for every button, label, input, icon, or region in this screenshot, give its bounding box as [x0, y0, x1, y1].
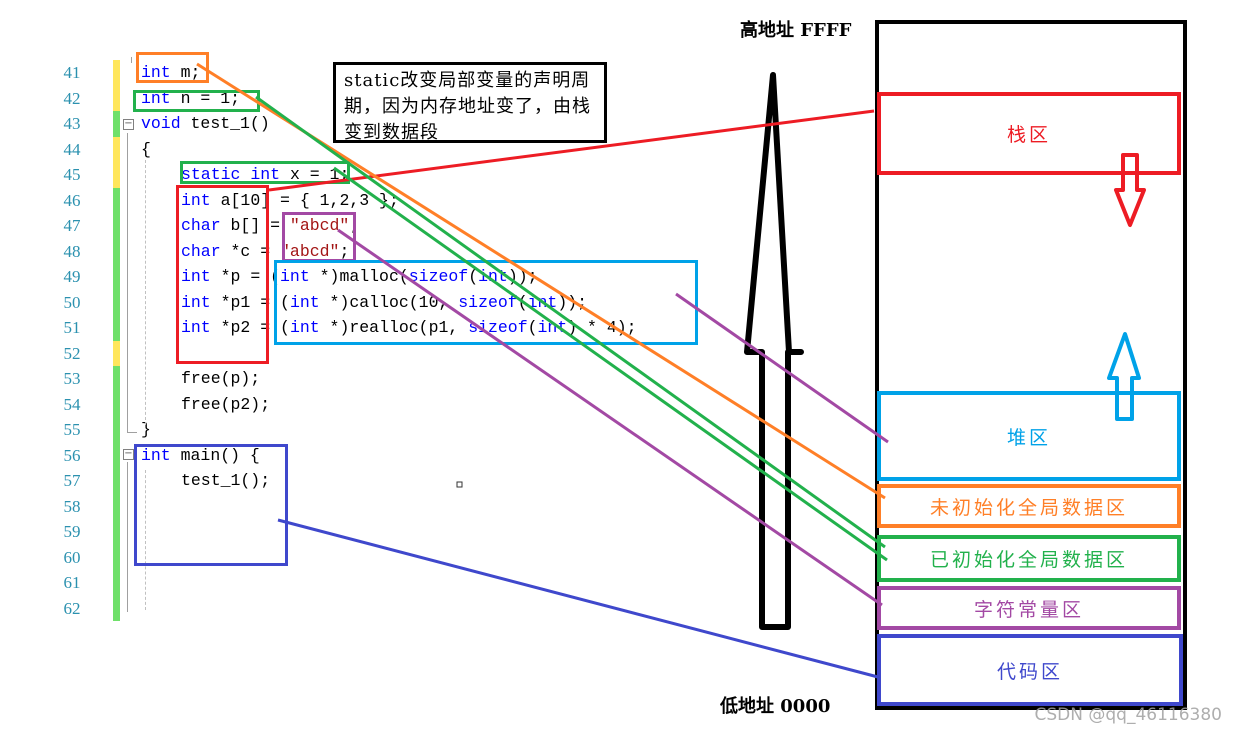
code-token: free(p2); — [181, 394, 271, 414]
segment-stack-label: 栈区 — [1006, 124, 1051, 146]
collapse-main-button[interactable]: − — [123, 449, 134, 460]
line-number: 48 — [63, 241, 81, 261]
line-number: 62 — [63, 598, 81, 618]
segment-bss-label: 未初始化全局数据区 — [929, 496, 1128, 519]
fold-guide-test1 — [127, 133, 128, 433]
line-number: 46 — [63, 190, 81, 210]
segment-rodata: 字符常量区 — [877, 586, 1181, 630]
change-indicator-yellow — [113, 60, 120, 86]
connector-data-static — [333, 166, 888, 562]
static-note: static改变局部变量的声明周期，因为内存地址变了，由栈变到数据段 — [333, 62, 607, 143]
highlight-init-global — [133, 90, 260, 112]
watermark: CSDN @qq_46116380 — [1034, 705, 1222, 725]
segment-heap-label: 堆区 — [1006, 426, 1051, 449]
change-indicator-green — [113, 213, 120, 239]
highlight-stack-vars — [176, 185, 269, 364]
segment-text: 代码区 — [877, 634, 1183, 706]
change-indicator-green — [113, 468, 120, 494]
change-indicator-green — [113, 391, 120, 417]
connector-text — [277, 518, 879, 679]
segment-data-label: 已初始化全局数据区 — [929, 549, 1128, 571]
change-indicator-green — [113, 289, 120, 315]
highlight-heap-allocs — [274, 260, 698, 345]
line-number: 42 — [63, 88, 81, 108]
change-indicator-green — [113, 264, 120, 290]
change-indicator-green — [113, 238, 120, 264]
segment-heap: 堆区 — [877, 391, 1181, 481]
change-indicator-green — [113, 111, 120, 137]
highlight-main-code — [134, 444, 288, 566]
highlight-uninit-global — [136, 52, 209, 83]
change-indicator-green — [113, 315, 120, 341]
fold-guide-top — [131, 57, 132, 63]
low-address-label: 低地址 0000 — [720, 696, 831, 717]
code-line[interactable]: { — [141, 137, 151, 163]
change-indicator-green — [113, 366, 120, 392]
line-number: 58 — [63, 496, 81, 516]
change-indicator-yellow — [113, 162, 120, 188]
segment-data: 已初始化全局数据区 — [877, 535, 1181, 582]
line-number: 56 — [63, 445, 81, 465]
change-indicator-green — [113, 595, 120, 621]
line-number: 53 — [63, 369, 81, 388]
code-line[interactable]: free(p); — [181, 366, 260, 392]
change-indicator-yellow — [113, 340, 120, 366]
change-indicator-green — [113, 417, 120, 443]
change-indicator-green — [113, 570, 120, 596]
segment-stack: 栈区 — [877, 92, 1181, 175]
highlight-string-literals — [282, 212, 356, 262]
code-token: { — [141, 139, 151, 159]
address-growth-arrow-icon — [744, 72, 804, 630]
line-number: 47 — [63, 216, 81, 235]
line-number: 59 — [63, 522, 81, 541]
fold-guide-end — [127, 432, 137, 433]
change-indicator-green — [113, 187, 120, 213]
change-indicator-yellow — [113, 136, 120, 162]
line-number: 43 — [63, 114, 81, 133]
segment-rodata-label: 字符常量区 — [973, 598, 1084, 621]
code-token: test_1() — [180, 114, 270, 133]
fold-guide-main — [127, 462, 128, 612]
collapse-test1-button[interactable]: − — [123, 119, 134, 130]
keyword-token: void — [141, 114, 181, 133]
line-number: 52 — [63, 343, 81, 363]
line-number: 50 — [63, 292, 81, 312]
high-address-label: 高地址 FFFF — [740, 20, 852, 41]
code-token: free(p); — [181, 369, 261, 388]
line-number: 49 — [63, 267, 81, 286]
change-indicator-green — [113, 519, 120, 545]
segment-text-label: 代码区 — [996, 660, 1063, 683]
cursor-marker — [456, 481, 463, 488]
line-number: 60 — [63, 547, 81, 567]
indent-guide-test1 — [145, 160, 146, 425]
change-indicator-green — [113, 493, 120, 519]
line-number: 55 — [63, 420, 81, 439]
connector-heap — [675, 292, 889, 444]
change-indicator-green — [113, 442, 120, 468]
highlight-static-local — [180, 161, 350, 184]
line-number: 41 — [63, 63, 81, 82]
line-number: 44 — [63, 139, 81, 159]
segment-bss: 未初始化全局数据区 — [877, 484, 1181, 528]
change-indicator-green — [113, 544, 120, 570]
line-number: 45 — [63, 165, 81, 184]
line-number: 51 — [63, 318, 81, 337]
code-line[interactable]: free(p2); — [181, 392, 270, 418]
line-number: 61 — [63, 573, 81, 592]
line-number: 54 — [63, 394, 81, 414]
line-number: 57 — [63, 471, 81, 490]
change-indicator-yellow — [113, 85, 120, 111]
code-line[interactable]: void test_1() — [141, 111, 270, 137]
